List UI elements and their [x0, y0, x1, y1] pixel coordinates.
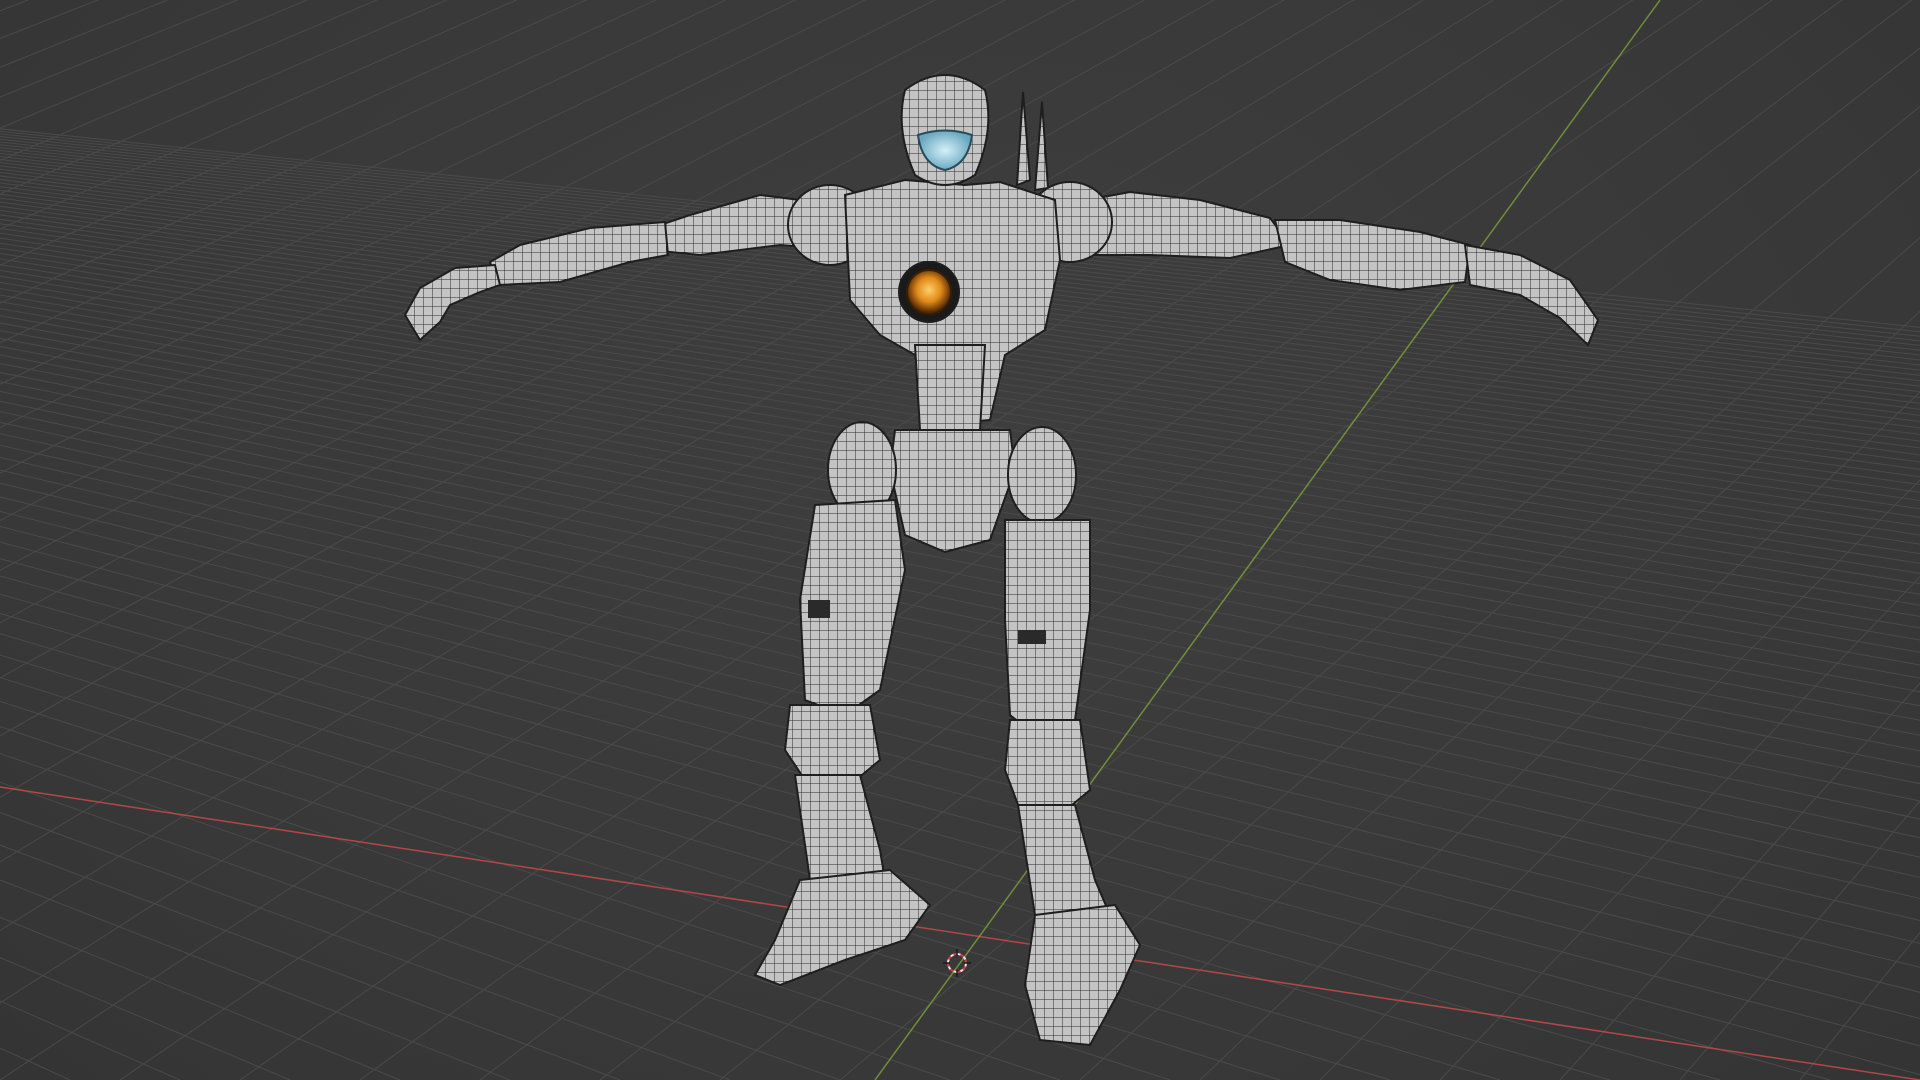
robot-mesh[interactable] [403, 74, 1600, 1047]
right-thigh [1004, 519, 1091, 737]
right-foot [1023, 903, 1142, 1047]
right-hand [1463, 243, 1600, 347]
right-knee [1003, 719, 1092, 817]
grid-line [1679, 800, 1920, 1080]
grid-line [1439, 575, 1920, 1080]
antenna-right [1033, 101, 1050, 192]
y-axis-line [874, 0, 1661, 1080]
right-hip [1007, 426, 1077, 524]
grid-line [479, 0, 1913, 1080]
pelvis [888, 429, 1017, 554]
left-knee [783, 704, 882, 787]
grid-line [0, 812, 731, 1080]
grid-line [0, 1047, 71, 1080]
chest-core-light [906, 269, 952, 315]
grid-line [0, 916, 401, 1080]
grid-line [0, 633, 1501, 1080]
x-axis-line [0, 786, 1920, 1080]
grid-line [0, 844, 621, 1080]
3d-viewport[interactable] [0, 0, 1920, 1080]
grid-line [1079, 310, 1920, 1080]
left-foot [753, 868, 932, 987]
left-forearm [488, 220, 670, 287]
grid-line [1559, 682, 1920, 1080]
grid-line [359, 0, 1843, 1080]
left-thigh-panel [808, 600, 830, 618]
right-thigh-panel [1018, 630, 1046, 644]
antenna-left [1015, 91, 1032, 187]
waist [913, 344, 987, 431]
